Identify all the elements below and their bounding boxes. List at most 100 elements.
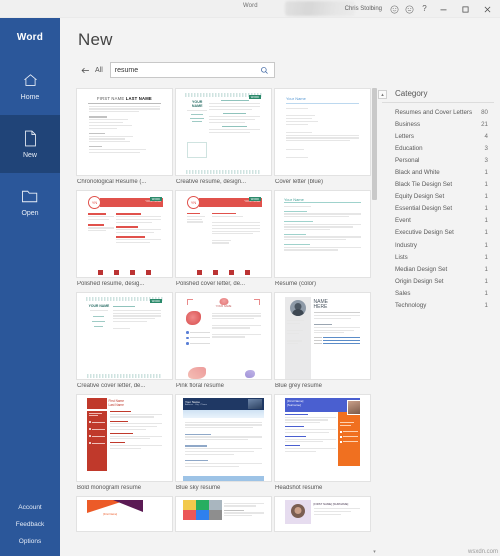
template-card[interactable]: FIRST NAME LAST NAME Chronological Resum… <box>76 88 173 185</box>
template-card[interactable]: YOUR NAME <box>76 292 173 389</box>
sidebar-item-feedback[interactable]: Feedback <box>0 516 60 533</box>
sidebar-item-home[interactable]: Home <box>0 57 60 115</box>
scroll-down-arrow-icon[interactable]: ▾ <box>371 548 378 556</box>
template-thumbnail[interactable]: YOUR NAME <box>175 292 272 380</box>
back-arrow-icon[interactable] <box>78 63 92 77</box>
category-count: 3 <box>484 144 488 152</box>
template-card[interactable]: [FIRST NAME] [SURNAME] <box>274 496 371 535</box>
template-card[interactable]: Your Name <box>274 190 371 287</box>
template-card[interactable]: YN YOUR NAME <box>175 190 272 287</box>
scrollbar-thumb[interactable] <box>372 88 377 200</box>
template-card[interactable]: NAME HERE Blue grey resume <box>274 292 371 389</box>
home-icon <box>21 72 39 90</box>
emoji-happy-icon[interactable] <box>387 0 402 18</box>
template-label: Cover letter (blue) <box>275 179 324 185</box>
template-label: Headshot resume <box>275 485 323 491</box>
category-item[interactable]: Education 3 <box>382 142 494 154</box>
new-document-icon <box>21 130 39 148</box>
sidebar-item-new[interactable]: New <box>0 115 60 173</box>
template-card[interactable]: [First Name][Surname] <box>274 394 371 491</box>
template-card[interactable]: First Name Last Name Bold monogram resum… <box>76 394 173 491</box>
template-gallery[interactable]: FIRST NAME LAST NAME Chronological Resum… <box>60 88 378 556</box>
template-thumbnail[interactable]: YOUR NAME <box>76 292 173 380</box>
category-label: Technology <box>395 302 427 310</box>
sidebar-item-home-label: Home <box>20 93 40 101</box>
account-name[interactable]: Chris Stolbing <box>345 6 382 12</box>
template-card[interactable] <box>175 496 272 535</box>
template-thumbnail[interactable]: Your Name Address · City · Phone <box>175 394 272 482</box>
category-count: 4 <box>484 132 488 140</box>
category-label: Letters <box>395 132 414 140</box>
template-thumbnail[interactable]: YN YOUR NAME WORD <box>175 190 272 278</box>
search-scope-label[interactable]: All <box>95 67 103 74</box>
content-area: FIRST NAME LAST NAME Chronological Resum… <box>60 82 500 556</box>
category-item[interactable]: Personal 3 <box>382 154 494 166</box>
sidebar-item-account[interactable]: Account <box>0 499 60 516</box>
sidebar-item-options[interactable]: Options <box>0 533 60 550</box>
category-panel-title: Category <box>382 88 494 103</box>
template-label: Creative cover letter, de... <box>77 383 146 389</box>
template-card[interactable]: [First Name][Surname] <box>76 496 173 535</box>
category-label: Equity Design Set <box>395 193 445 201</box>
category-item[interactable]: Black and White 1 <box>382 166 494 178</box>
title-bar: Word Chris Stolbing ? <box>0 0 500 18</box>
gallery-scrollbar[interactable]: ▾ <box>371 88 378 556</box>
close-button[interactable] <box>476 0 498 18</box>
template-card[interactable]: Your Name Address · City · Phone Blue sk… <box>175 394 272 491</box>
category-label: Lists <box>395 253 408 261</box>
template-thumbnail[interactable]: [FIRST NAME] [SURNAME] <box>274 496 371 532</box>
category-item[interactable]: Median Design Set 1 <box>382 263 494 275</box>
help-icon[interactable]: ? <box>417 0 432 18</box>
template-thumbnail[interactable]: FIRST NAME LAST NAME <box>76 88 173 176</box>
category-item[interactable]: Letters 4 <box>382 130 494 142</box>
category-item[interactable]: Event 1 <box>382 215 494 227</box>
page-title: New <box>78 30 113 49</box>
category-count: 21 <box>481 120 488 128</box>
category-item[interactable]: Sales 1 <box>382 287 494 299</box>
template-card[interactable]: YN YOUR NAME <box>76 190 173 287</box>
template-card[interactable]: YOUR NAME <box>175 88 272 185</box>
category-item[interactable]: Black Tie Design Set 1 <box>382 179 494 191</box>
category-item[interactable]: Origin Design Set 1 <box>382 275 494 287</box>
template-thumbnail[interactable]: Your Name <box>274 88 371 176</box>
template-card[interactable]: YOUR NAME <box>175 292 272 389</box>
category-item[interactable]: Industry 1 <box>382 239 494 251</box>
collapse-icon[interactable]: ▴ <box>378 90 387 99</box>
minimize-button[interactable] <box>432 0 454 18</box>
template-thumbnail[interactable]: YN YOUR NAME WORD <box>76 190 173 278</box>
category-item[interactable]: Essential Design Set 1 <box>382 203 494 215</box>
template-label: Chronological Resume (... <box>77 179 147 185</box>
template-label: Creative resume, design... <box>176 179 247 185</box>
template-thumbnail[interactable]: First Name Last Name <box>76 394 173 482</box>
template-label: Resume (color) <box>275 281 317 287</box>
category-item[interactable]: Technology 1 <box>382 300 494 312</box>
category-label: Origin Design Set <box>395 277 444 285</box>
category-item[interactable]: Equity Design Set 1 <box>382 191 494 203</box>
template-label: Polished cover letter, de... <box>176 281 246 287</box>
maximize-button[interactable] <box>454 0 476 18</box>
template-thumbnail[interactable]: NAME HERE <box>274 292 371 380</box>
template-card[interactable]: Your Name <box>274 88 371 185</box>
category-item[interactable]: Lists 1 <box>382 251 494 263</box>
sidebar-brand: Word <box>16 32 44 43</box>
category-count: 1 <box>484 302 488 310</box>
category-item[interactable]: Executive Design Set 1 <box>382 227 494 239</box>
category-label: Business <box>395 120 421 128</box>
category-item[interactable]: Resumes and Cover Letters 80 <box>382 106 494 118</box>
category-count: 1 <box>484 289 488 297</box>
template-thumbnail[interactable]: [First Name][Surname] <box>76 496 173 532</box>
template-thumbnail[interactable]: [First Name][Surname] <box>274 394 371 482</box>
sidebar-bottom-links: Account Feedback Options <box>0 499 60 556</box>
search-icon[interactable] <box>260 65 270 75</box>
emoji-neutral-icon[interactable] <box>402 0 417 18</box>
category-item[interactable]: Business 21 <box>382 118 494 130</box>
category-count: 1 <box>484 169 488 177</box>
search-input[interactable] <box>114 66 260 74</box>
sidebar-item-open[interactable]: Open <box>0 173 60 231</box>
search-box[interactable] <box>109 62 275 78</box>
template-thumbnail[interactable]: Your Name <box>274 190 371 278</box>
template-thumbnail[interactable] <box>175 496 272 532</box>
template-thumbnail[interactable]: YOUR NAME <box>175 88 272 176</box>
word-start-screen: Word Chris Stolbing ? Word Home New Open… <box>0 0 500 556</box>
